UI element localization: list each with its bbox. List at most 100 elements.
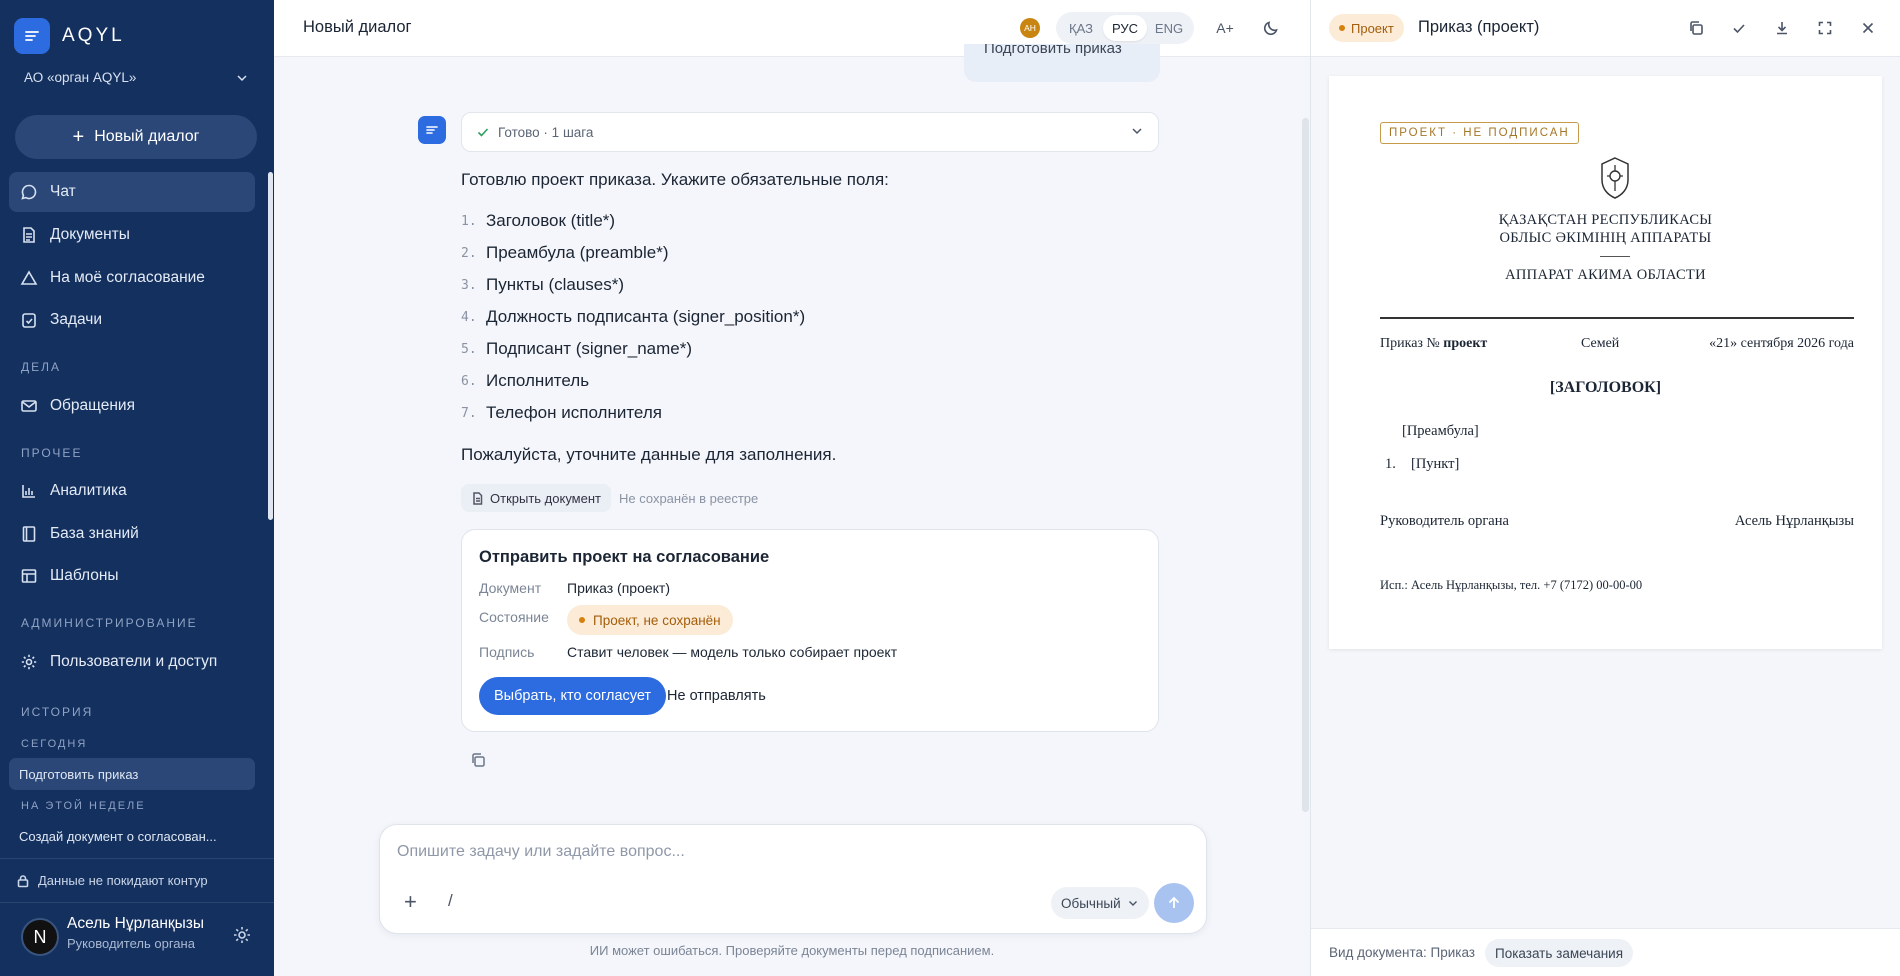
sidebar-item-knowledge-base[interactable]: База знаний [9,514,255,554]
settings-gear-icon[interactable] [232,925,252,945]
chevron-down-icon [237,74,247,81]
sidebar-item-tasks[interactable]: Задачи [9,300,255,340]
org-switcher[interactable]: АО «орган AQYL» [24,70,248,85]
message-input[interactable] [397,843,1177,861]
panel-footer: Вид документа: Приказ Показать замечания [1311,928,1900,976]
sidebar-item-documents[interactable]: Документы [9,215,255,255]
sidebar-item-templates[interactable]: Шаблоны [9,556,255,596]
close-icon[interactable] [1858,18,1878,38]
brand-logo-icon [14,18,50,54]
order-number-value: проект [1443,336,1488,351]
new-dialog-button[interactable]: + Новый диалог [15,115,257,159]
sidebar-item-label: Обращения [50,397,135,414]
sidebar-item-appeals[interactable]: Обращения [9,386,255,426]
user-name: Асель Нұрланқызы [67,915,205,932]
sidebar-item-label: База знаний [50,525,139,542]
doc-signer-position: Руководитель органа [1380,513,1509,529]
assistant-outro: Пожалуйста, уточните данные для заполнен… [461,445,837,464]
sidebar-item-label: Документы [50,226,130,243]
sidebar-item-label: Чат [50,183,76,200]
mail-icon [20,397,38,415]
list-text: Исполнитель [486,371,590,390]
order-date: «21» сентября 2026 года [1709,336,1854,351]
document-label: Документ [479,580,542,596]
new-dialog-label: Новый диалог [94,128,200,145]
doc-header-kz-2: ОБЛЫС ӘКІМІНІҢ АППАРАТЫ [1499,230,1712,246]
registry-status: Не сохранён в реестре [618,490,759,506]
dark-mode-moon-icon[interactable] [1260,17,1282,39]
dialog-title: Новый диалог [303,18,412,36]
doc-clause-number: 1. [1385,456,1396,472]
attach-plus-icon[interactable]: + [404,889,417,915]
slash-commands-button[interactable]: / [448,891,453,911]
order-number: Приказ № проект [1380,336,1487,352]
sidebar-item-analytics[interactable]: Аналитика [9,471,255,511]
brand[interactable]: AQYL [14,18,125,54]
section-this-week: НА ЭТОЙ НЕДЕЛЕ [21,800,146,812]
list-number: 1. [461,213,477,229]
sidebar-item-users-access[interactable]: Пользователи и доступ [9,642,255,682]
approval-card: Отправить проект на согласование Докумен… [461,529,1159,732]
list-number: 6. [461,373,477,389]
header-separator [1600,256,1630,257]
history-item[interactable]: Создай документ о согласован... [9,820,255,852]
list-number: 7. [461,405,477,421]
lang-eng[interactable]: ENG [1147,15,1191,41]
copy-icon[interactable] [1686,18,1706,38]
history-item[interactable]: Подготовить приказ [9,758,255,790]
sidebar-scrollbar[interactable] [268,172,273,520]
font-size-button[interactable]: A+ [1214,17,1236,39]
list-item: 5. Подписант (signer_name*) [461,336,692,362]
tasks-icon [20,311,38,329]
chat-icon [20,183,38,201]
list-item: 3. Пункты (clauses*) [461,272,624,298]
list-item: 4. Должность подписанта (signer_position*… [461,304,805,330]
project-badge-text: Проект [1351,20,1394,36]
chat-scrollbar[interactable] [1302,118,1309,812]
lang-rus[interactable]: РУС [1103,15,1147,41]
draft-stamp: ПРОЕКТ · НЕ ПОДПИСАН [1380,122,1579,144]
avatar[interactable]: N [21,918,59,956]
send-button[interactable] [1154,883,1194,923]
list-text: Пункты (clauses*) [486,275,625,294]
sidebar-item-approvals[interactable]: На моё согласование [9,258,255,298]
lang-kaz[interactable]: ҚАЗ [1059,15,1103,41]
do-not-send-button[interactable]: Не отправлять [667,677,766,715]
open-document-button[interactable]: Открыть документ [461,484,611,512]
mode-select[interactable]: Обычный [1051,887,1149,919]
header-avatar[interactable]: АН [1020,18,1040,38]
gear-icon [20,653,38,671]
status-dot [1339,25,1345,31]
message-composer: + / Обычный [379,824,1207,934]
list-number: 5. [461,341,477,357]
sidebar: AQYL АО «орган AQYL» + Новый диалог Чат … [0,0,274,976]
steps-status-bar[interactable]: Готово · 1 шага [461,112,1159,152]
doc-signer-name: Асель Нұрланқызы [1734,513,1854,529]
chevron-down-icon [1132,128,1142,135]
section-today: СЕГОДНЯ [21,738,88,750]
approval-icon [20,269,38,287]
assistant-avatar-icon [418,116,446,144]
section-other: ПРОЧЕЕ [21,446,83,460]
sidebar-item-label: Задачи [50,311,103,328]
doc-executor: Исп.: Асель Нұрланқызы, тел. +7 (7172) 0… [1380,578,1643,592]
show-remarks-button[interactable]: Показать замечания [1485,939,1634,967]
check-icon[interactable] [1729,18,1749,38]
card-title: Отправить проект на согласование [479,548,770,566]
assistant-intro: Готовлю проект приказа. Укажите обязател… [461,170,889,189]
copy-icon[interactable] [470,752,486,768]
sidebar-item-label: Пользователи и доступ [50,653,218,670]
download-icon[interactable] [1772,18,1792,38]
document-link-row: Открыть документ Не сохранён в реестре [461,484,758,512]
coat-of-arms-icon [1601,157,1629,199]
mode-value: Обычный [1061,895,1121,911]
status-text: Готово · 1 шага [498,124,594,140]
expand-icon[interactable] [1815,18,1835,38]
file-icon [473,491,483,505]
order-prefix: Приказ № [1380,336,1444,351]
section-admin: АДМИНИСТРИРОВАНИЕ [21,616,198,630]
doc-preamble: [Преамбула] [1402,423,1479,439]
list-number: 2. [461,245,477,261]
sidebar-item-chat[interactable]: Чат [9,172,255,212]
choose-approver-button[interactable]: Выбрать, кто согласует [479,677,667,715]
